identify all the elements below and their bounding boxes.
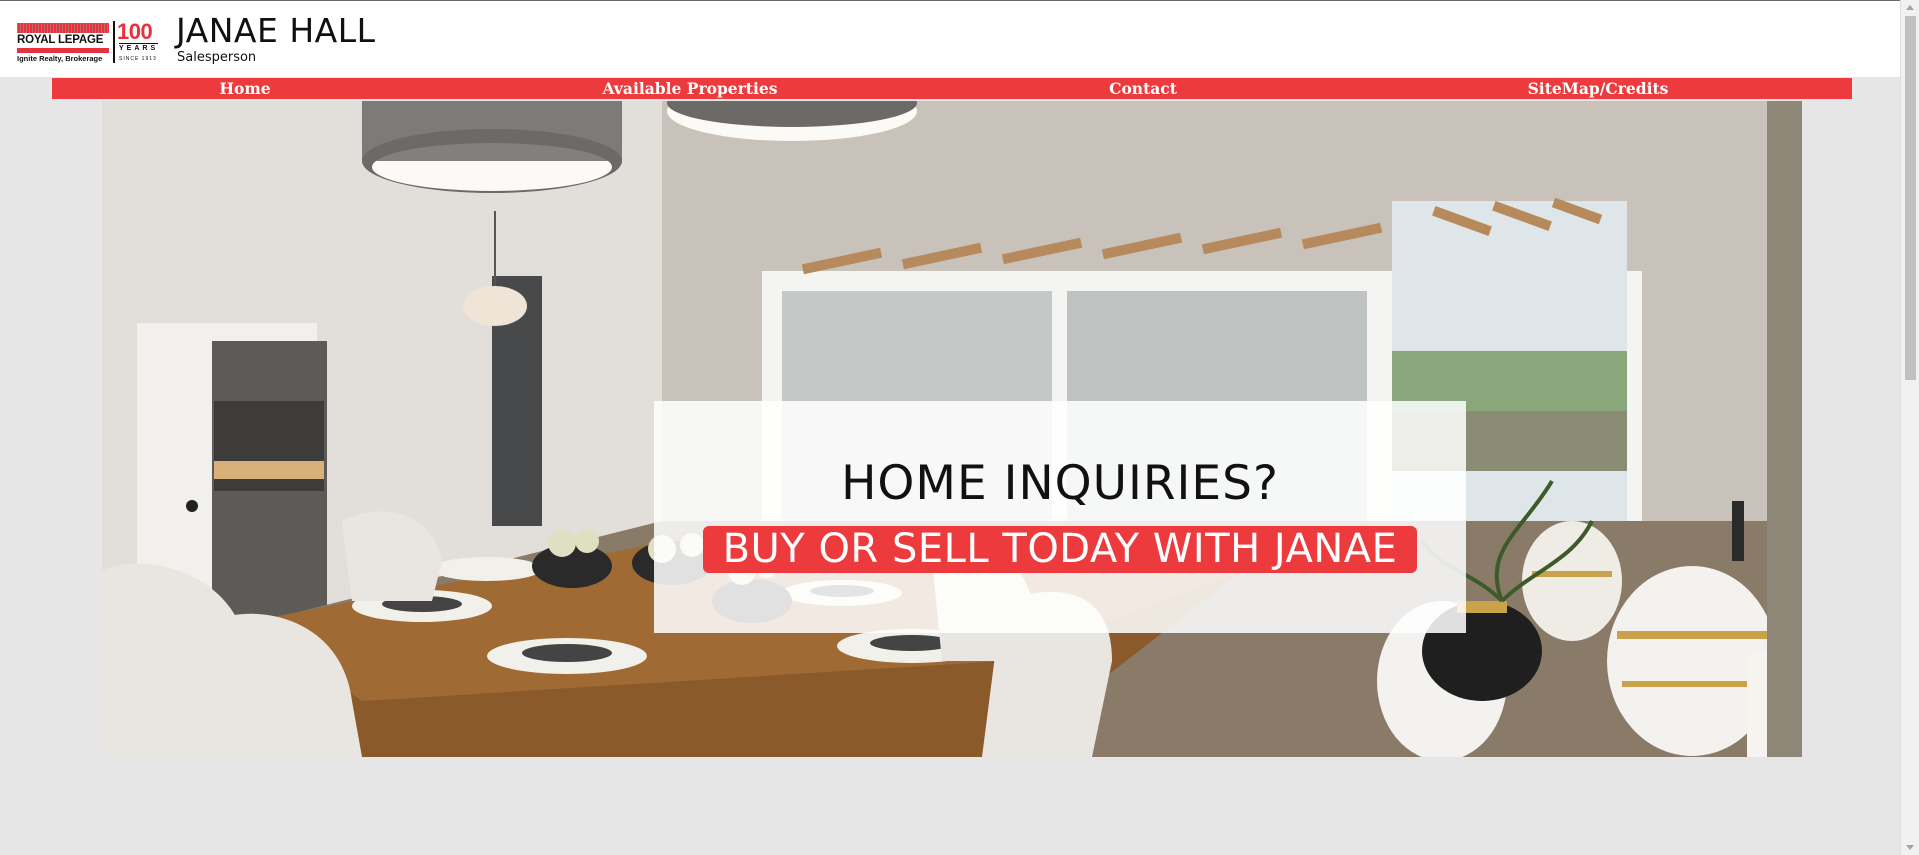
logo-name: ROYAL LEPAGE — [17, 34, 104, 46]
site-header: ROYAL LEPAGE Ignite Realty, Brokerage 10… — [0, 1, 1900, 77]
anniversary-years: YEARS — [119, 43, 159, 52]
hero-cta[interactable]: BUY OR SELL TODAY WITH JANAE — [703, 526, 1417, 573]
nav-available-properties[interactable]: Available Properties — [438, 78, 942, 99]
main-nav: Home Available Properties Contact SiteMa… — [52, 78, 1852, 99]
hero-overlay: HOME INQUIRIES? BUY OR SELL TODAY WITH J… — [654, 401, 1466, 633]
hero-headline: HOME INQUIRIES? — [841, 456, 1279, 511]
scroll-down-arrow-icon[interactable] — [1906, 845, 1914, 850]
anniversary-number: 100 — [117, 19, 153, 44]
royal-lepage-logo[interactable]: ROYAL LEPAGE Ignite Realty, Brokerage 10… — [17, 19, 165, 63]
royal-lepage-wordmark: ROYAL LEPAGE Ignite Realty, Brokerage — [17, 21, 109, 63]
nav-home[interactable]: Home — [52, 78, 438, 99]
agent-title: Salesperson — [177, 50, 257, 65]
nav-contact[interactable]: Contact — [942, 78, 1344, 99]
scroll-up-arrow-icon[interactable] — [1906, 5, 1914, 10]
hero-banner: HOME INQUIRIES? BUY OR SELL TODAY WITH J… — [102, 101, 1802, 757]
page-scrollbar[interactable] — [1900, 0, 1919, 855]
anniversary-since: SINCE 1913 — [119, 56, 157, 62]
logo-divider — [113, 21, 115, 63]
logo-sub: Ignite Realty, Brokerage — [17, 54, 103, 63]
scrollbar-thumb[interactable] — [1905, 16, 1916, 380]
nav-sitemap-credits[interactable]: SiteMap/Credits — [1344, 78, 1852, 99]
agent-name: JANAE HALL — [176, 11, 376, 50]
